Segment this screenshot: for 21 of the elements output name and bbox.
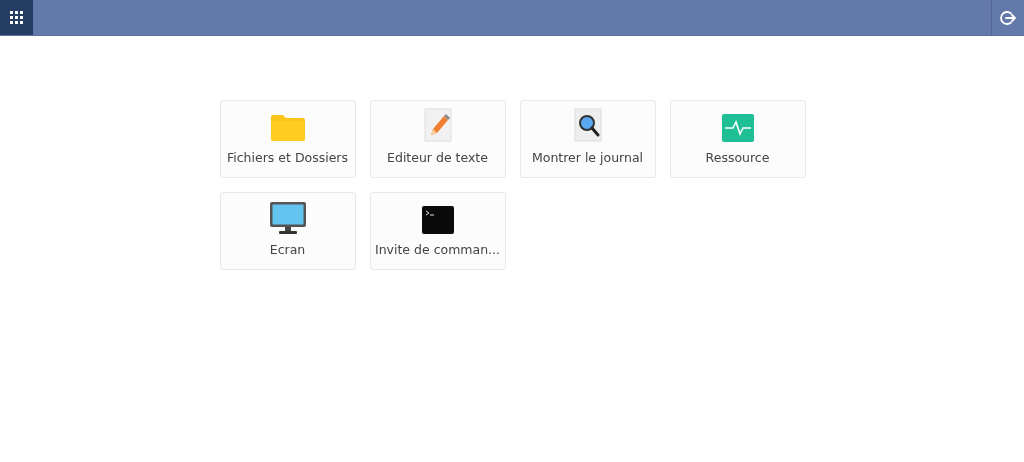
- app-tile[interactable]: Ecran: [219, 192, 356, 270]
- logout-icon: [1000, 9, 1016, 26]
- app-tile[interactable]: Fichiers et Dossiers: [219, 100, 356, 178]
- app-label: Ecran: [269, 242, 306, 257]
- app-label: Editeur de texte: [387, 150, 488, 165]
- monitor-icon: [269, 202, 306, 234]
- pencil-icon: [423, 108, 452, 142]
- app-label: Invite de comman...: [375, 242, 500, 257]
- app-tile[interactable]: Invite de comman...: [369, 192, 506, 270]
- pulse-icon: [721, 114, 754, 142]
- app-label: Fichiers et Dossiers: [227, 150, 348, 165]
- app-label: Ressource: [705, 150, 770, 165]
- app-tile[interactable]: Editeur de texte: [369, 100, 506, 178]
- magnifier-icon: [573, 108, 602, 142]
- app-label: Montrer le journal: [531, 150, 644, 165]
- terminal-icon: [421, 206, 454, 234]
- grid-icon: [10, 11, 23, 24]
- folder-icon: [269, 114, 306, 142]
- app-tile[interactable]: Ressource: [669, 100, 806, 178]
- app-tile[interactable]: Montrer le journal: [519, 100, 656, 178]
- app-menu-button[interactable]: [0, 0, 33, 35]
